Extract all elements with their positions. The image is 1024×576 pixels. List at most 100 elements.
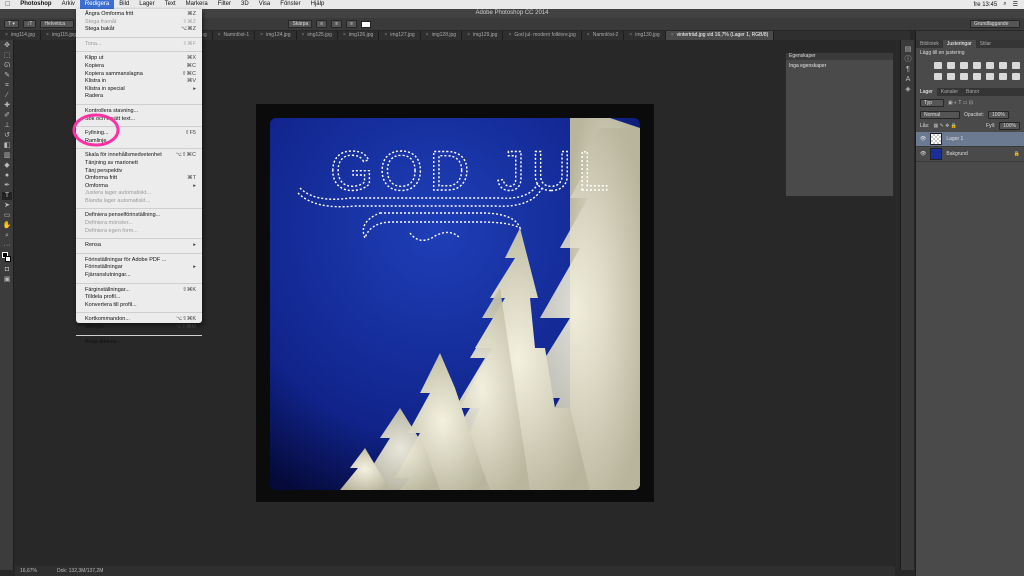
visibility-eye-icon[interactable]: 👁 [920, 136, 926, 142]
menu-5[interactable]: Text [160, 0, 181, 9]
adjustments-tab[interactable]: Justeringar [942, 40, 976, 48]
adjustment-preset-icon[interactable] [934, 62, 942, 69]
layers-tab[interactable]: Lager [916, 88, 937, 96]
adjustment-preset-icon[interactable] [947, 73, 955, 80]
edit-menu-item[interactable]: Omforma fritt ⌘T [76, 175, 202, 183]
font-family-select[interactable]: Helvetica Neue [40, 20, 75, 28]
close-tab-icon[interactable]: × [629, 31, 632, 40]
edit-menu-item[interactable]: Kortkommandon... ⌥⇧⌘K [76, 316, 202, 324]
layer-name[interactable]: Lager 1 [946, 136, 963, 142]
character-icon[interactable]: A [903, 76, 913, 84]
brush-tool-icon[interactable]: ✐ [2, 112, 12, 120]
adjustment-preset-icon[interactable] [1012, 73, 1020, 80]
edit-menu-item[interactable]: Klipp ut ⌘X [76, 55, 202, 63]
dodge-tool-icon[interactable]: ● [2, 172, 12, 180]
eyedropper-tool-icon[interactable]: ⁄ [2, 92, 12, 100]
edit-menu-item[interactable]: Menyer... ⌥⇧⌘M [76, 324, 202, 332]
close-tab-icon[interactable]: × [426, 31, 429, 40]
menu-9[interactable]: Visa [254, 0, 276, 9]
document-tab[interactable]: × img130.jpg [624, 31, 666, 40]
navigator-icon[interactable]: ◈ [903, 86, 913, 94]
opacity-field[interactable]: 100% [988, 111, 1009, 119]
adjustments-tab[interactable]: Bibliotek [916, 40, 943, 48]
edit-menu-item[interactable]: Rensa ▸ [76, 242, 202, 250]
pen-tool-icon[interactable]: ✒ [2, 182, 12, 190]
edit-menu-item[interactable]: Klistra in special ▸ [76, 86, 202, 94]
document-tab[interactable]: × img128.jpg [421, 31, 463, 40]
marquee-tool-icon[interactable]: ⬚ [2, 52, 12, 60]
close-tab-icon[interactable]: × [508, 31, 511, 40]
paragraph-icon[interactable]: ¶ [903, 66, 913, 74]
close-tab-icon[interactable]: × [671, 31, 674, 40]
menu-7[interactable]: Filter [213, 0, 236, 9]
edit-menu-item[interactable]: Börja diktera... [76, 339, 202, 347]
adjustment-preset-icon[interactable] [999, 73, 1007, 80]
close-tab-icon[interactable]: × [587, 31, 590, 40]
search-icon[interactable]: ⌕ [1003, 1, 1006, 8]
path-select-tool-icon[interactable]: ➤ [2, 202, 12, 210]
adjustments-tab[interactable]: Stilar [976, 40, 995, 48]
crop-tool-icon[interactable]: ⌗ [2, 82, 12, 90]
edit-menu-item[interactable]: Radera [76, 93, 202, 101]
edit-menu-item[interactable]: Omforma ▸ [76, 183, 202, 191]
move-tool-icon[interactable]: ✥ [2, 42, 12, 50]
adjustment-preset-icon[interactable] [973, 73, 981, 80]
close-tab-icon[interactable]: × [5, 31, 8, 40]
document-tab[interactable]: × vinterträd.jpg vid 16,7% (Lager 1, RGB/… [665, 31, 775, 40]
edit-menu-item[interactable]: Definiera penselförinställning... [76, 212, 202, 220]
screen-mode-icon[interactable]: ▣ [2, 276, 12, 284]
edit-menu-item[interactable]: Klistra in ⌘V [76, 78, 202, 86]
layers-tab[interactable]: Banor [962, 88, 983, 96]
healing-brush-tool-icon[interactable]: ✚ [2, 102, 12, 110]
close-tab-icon[interactable]: × [343, 31, 346, 40]
edit-menu-item[interactable]: Konvertera till profil... [76, 302, 202, 310]
workspace-select[interactable]: Grundläggande [970, 20, 1020, 28]
lasso-tool-icon[interactable]: ᘏ [2, 62, 12, 70]
orientation-toggle[interactable]: ↕T [22, 20, 37, 28]
color-swatches-icon[interactable] [2, 252, 12, 264]
clock[interactable]: fre 13:45 [974, 2, 998, 8]
close-tab-icon[interactable]: × [46, 31, 49, 40]
close-tab-icon[interactable]: × [467, 31, 470, 40]
edit-menu-item[interactable]: Kopiera sammanslagna ⇧⌘C [76, 71, 202, 79]
edit-menu-item[interactable]: Tänj perspektiv [76, 168, 202, 176]
layer-row[interactable]: 👁 Lager 1 [916, 132, 1024, 147]
close-tab-icon[interactable]: × [384, 31, 387, 40]
adjustment-preset-icon[interactable] [986, 62, 994, 69]
blend-mode-select[interactable]: Normal [920, 111, 960, 119]
menu-1[interactable]: Arkiv [57, 0, 80, 9]
close-tab-icon[interactable]: × [218, 31, 221, 40]
edit-menu-item[interactable]: Skala för innehållsmedvetenhet ⌥⇧⌘C [76, 152, 202, 160]
document-tab[interactable]: × Namnlöst-1 [213, 31, 256, 40]
edit-menu-item[interactable]: Färginställningar... ⇧⌘K [76, 287, 202, 295]
layer-kind-filter[interactable]: Typ [920, 99, 944, 107]
document-tab[interactable]: × img124.jpg [255, 31, 297, 40]
adjustment-preset-icon[interactable] [1012, 62, 1020, 69]
document-tab[interactable]: × Namnlöst-2 [582, 31, 625, 40]
zoom-level[interactable]: 16,67% [20, 566, 37, 576]
edit-menu-item[interactable]: Stega bakåt ⌥⌘Z [76, 26, 202, 34]
menu-3[interactable]: Bild [114, 0, 134, 9]
adjustment-preset-icon[interactable] [986, 73, 994, 80]
zoom-tool-icon[interactable]: ⌕ [2, 232, 12, 240]
align-right-button[interactable]: ≡ [346, 20, 358, 28]
winter-trees-photo[interactable]: GOD JUL [270, 118, 640, 490]
close-tab-icon[interactable]: × [260, 31, 263, 40]
menu-10[interactable]: Fönster [275, 0, 305, 9]
menu-6[interactable]: Markera [181, 0, 213, 9]
edit-menu-item[interactable]: Tänjning av marionett [76, 160, 202, 168]
filter-icons[interactable]: ▣ ◐ T ▭ ⊡ [948, 100, 973, 106]
document-tab[interactable]: × img129.jpg [462, 31, 504, 40]
adjustment-preset-icon[interactable] [934, 73, 942, 80]
document-size[interactable]: Dok: 132,3M/137,2M [57, 566, 103, 576]
notifications-icon[interactable]: ☰ [1013, 1, 1018, 8]
document-tab[interactable]: × img125.jpg [297, 31, 338, 40]
edit-menu-item[interactable]: Ångra Omforma fritt ⌘Z [76, 11, 202, 19]
close-tab-icon[interactable]: × [302, 31, 305, 40]
apple-menu-icon[interactable]:  [0, 0, 15, 9]
hand-tool-icon[interactable]: ✋ [2, 222, 12, 230]
adjustment-preset-icon[interactable] [960, 62, 968, 69]
document-tab[interactable]: × img126.jpg [338, 31, 380, 40]
menu-2[interactable]: Redigera [79, 0, 115, 9]
clone-stamp-tool-icon[interactable]: ⊥ [2, 122, 12, 130]
